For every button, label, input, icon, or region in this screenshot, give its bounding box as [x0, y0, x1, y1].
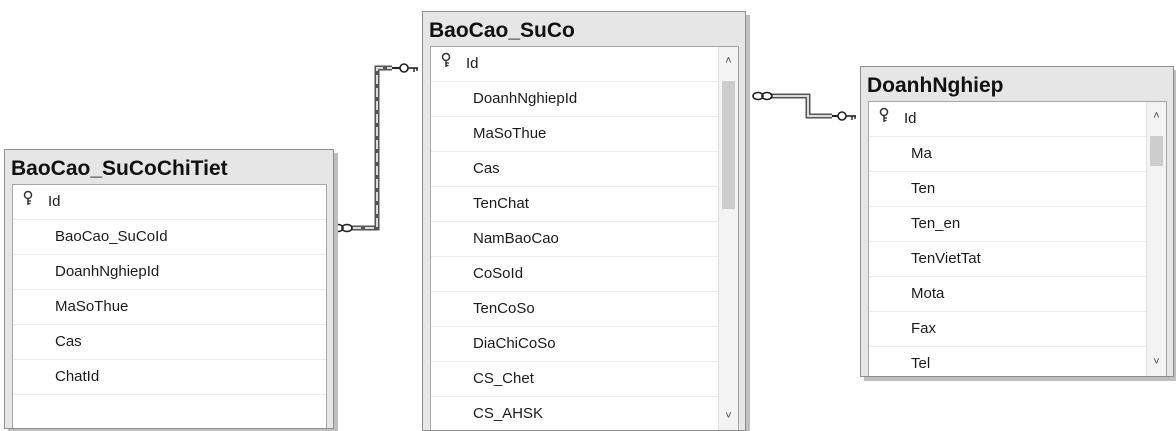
infinity-icon [752, 91, 773, 101]
table-title[interactable]: DoanhNghiep [861, 67, 1173, 101]
table-title[interactable]: BaoCao_SuCo [423, 12, 745, 46]
column-row[interactable]: DoanhNghiepId [13, 255, 326, 290]
column-name: Cas [55, 333, 82, 350]
column-row[interactable]: DoanhNghiepId [431, 82, 721, 117]
column-row[interactable]: Id [431, 47, 721, 82]
key-icon [832, 111, 856, 121]
column-name: MaSoThue [473, 125, 547, 142]
chevron-up-icon[interactable]: ˄ [719, 53, 738, 69]
key-icon [869, 102, 899, 136]
column-row[interactable]: Id [13, 185, 326, 220]
chevron-down-icon[interactable]: ˅ [719, 408, 738, 424]
column-row[interactable]: Fax [869, 312, 1150, 347]
column-name: Id [48, 193, 61, 210]
rows: Id Ma Ten Ten_en TenVietTat Mota Fax Tel [869, 102, 1150, 376]
column-row[interactable]: Mota [869, 277, 1150, 312]
column-name: DoanhNghiepId [473, 90, 578, 107]
vertical-scrollbar[interactable]: ˄ ˅ [1146, 102, 1166, 376]
column-row[interactable]: TenChat [431, 187, 721, 222]
key-icon [392, 63, 418, 73]
column-row[interactable]: Ten_en [869, 207, 1150, 242]
column-name: Ma [911, 145, 932, 162]
column-row[interactable]: BaoCao_SuCoId [13, 220, 326, 255]
table-baocao-suco[interactable]: BaoCao_SuCo Id DoanhNghiepId MaSoThue Ca… [422, 11, 746, 431]
scrollbar-thumb[interactable] [722, 81, 735, 209]
infinity-icon [332, 223, 353, 233]
column-row[interactable]: CS_AHSK [431, 397, 721, 430]
column-row[interactable]: CS_Chet [431, 362, 721, 397]
column-row[interactable]: MaSoThue [13, 290, 326, 325]
column-name: ChatId [55, 368, 100, 385]
key-icon [431, 47, 461, 81]
relationship-chitiet-to-suco[interactable] [332, 63, 418, 233]
column-row[interactable]: TenCoSo [431, 292, 721, 327]
column-name: CoSoId [473, 265, 524, 282]
column-name: Id [904, 110, 917, 127]
column-row[interactable]: Cas [431, 152, 721, 187]
key-icon [13, 185, 43, 219]
column-name: CS_Chet [473, 370, 534, 387]
column-row[interactable]: CoSoId [431, 257, 721, 292]
column-name: Id [466, 55, 479, 72]
column-name: Ten_en [911, 215, 961, 232]
column-list[interactable]: Id BaoCao_SuCoId DoanhNghiepId MaSoThue … [12, 184, 327, 428]
column-name: CS_AHSK [473, 405, 544, 422]
column-list[interactable]: Id Ma Ten Ten_en TenVietTat Mota Fax Tel… [868, 101, 1167, 376]
column-row[interactable]: Cas [13, 325, 326, 360]
column-name: Mota [911, 285, 945, 302]
column-row[interactable]: Ten [869, 172, 1150, 207]
column-name: DiaChiCoSo [473, 335, 556, 352]
column-row[interactable]: TenVietTat [869, 242, 1150, 277]
chevron-down-icon[interactable]: ˅ [1147, 354, 1166, 370]
column-name: TenCoSo [473, 300, 535, 317]
column-name: Ten [911, 180, 936, 197]
column-row[interactable]: Id [869, 102, 1150, 137]
column-name: MaSoThue [55, 298, 129, 315]
column-row[interactable]: NamBaoCao [431, 222, 721, 257]
column-row[interactable]: Tel [869, 347, 1150, 376]
table-baocao-suco-chitiet[interactable]: BaoCao_SuCoChiTiet Id BaoCao_SuCoId Doan… [4, 149, 334, 429]
column-row[interactable]: MaSoThue [431, 117, 721, 152]
rows: Id DoanhNghiepId MaSoThue Cas TenChat Na… [431, 47, 721, 430]
table-doanhnghiep[interactable]: DoanhNghiep Id Ma Ten Ten_en TenVietTat … [860, 66, 1174, 377]
column-list[interactable]: Id DoanhNghiepId MaSoThue Cas TenChat Na… [430, 46, 739, 430]
column-name: NamBaoCao [473, 230, 559, 247]
column-row[interactable]: Ma [869, 137, 1150, 172]
table-title[interactable]: BaoCao_SuCoChiTiet [5, 150, 333, 184]
column-name: TenChat [473, 195, 529, 212]
vertical-scrollbar[interactable]: ˄ ˅ [718, 47, 738, 430]
column-row[interactable]: ChatId [13, 360, 326, 395]
rows: Id BaoCao_SuCoId DoanhNghiepId MaSoThue … [13, 185, 326, 395]
chevron-up-icon[interactable]: ˄ [1147, 108, 1166, 124]
relationship-suco-to-doanhnghiep[interactable] [752, 91, 856, 121]
column-name: BaoCao_SuCoId [55, 228, 168, 245]
column-name: TenVietTat [911, 250, 981, 267]
column-name: DoanhNghiepId [55, 263, 160, 280]
column-name: Fax [911, 320, 937, 337]
column-name: Tel [911, 355, 931, 372]
scrollbar-thumb[interactable] [1150, 136, 1163, 166]
column-row[interactable]: DiaChiCoSo [431, 327, 721, 362]
column-name: Cas [473, 160, 500, 177]
